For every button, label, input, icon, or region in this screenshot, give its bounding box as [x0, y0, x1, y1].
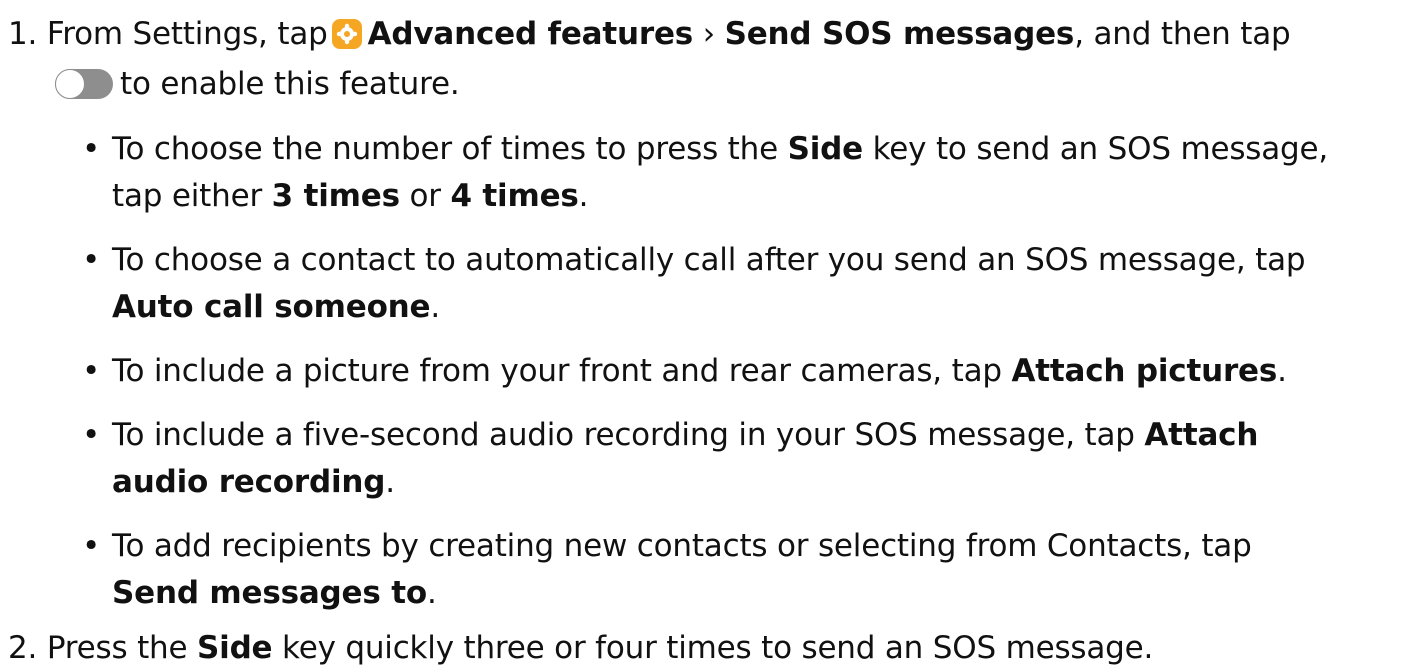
- bullet1-text: key to send an SOS message,: [872, 131, 1329, 167]
- bullet4-line1: To include a five-second audio recording…: [112, 415, 1258, 455]
- step1-line2-text: to enable this feature.: [120, 66, 460, 102]
- bullet-dot: •: [82, 528, 101, 564]
- bullet2-text: .: [430, 289, 441, 325]
- bullet5-text: To add recipients by creating new contac…: [112, 528, 1252, 564]
- bullet1-text: or: [409, 178, 442, 214]
- four-times-option[interactable]: 4 times: [450, 178, 578, 214]
- bullet1-text: .: [578, 178, 589, 214]
- side-key-label: Side: [787, 131, 864, 167]
- step1-line2: to enable this feature.: [120, 64, 460, 104]
- bullet2-line2: Auto call someone.: [112, 287, 440, 327]
- three-times-option[interactable]: 3 times: [272, 178, 400, 214]
- step2-number: 2.: [8, 630, 38, 666]
- bullet2-line1: To choose a contact to automatically cal…: [112, 240, 1306, 280]
- attach-pictures-option[interactable]: Attach pictures: [1012, 353, 1278, 389]
- step1-number: 1.: [8, 16, 38, 52]
- bullet4-line2: audio recording.: [112, 462, 395, 502]
- toggle-switch-off-icon: [55, 69, 113, 99]
- bullet1-text: tap either: [112, 178, 262, 214]
- step1-text-end: , and then tap: [1074, 16, 1291, 52]
- step2-text: key quickly three or four times to send …: [282, 630, 1154, 666]
- step2-line: 2. Press the Side key quickly three or f…: [8, 628, 1153, 668]
- send-messages-to-option[interactable]: Send messages to: [112, 575, 427, 611]
- bullet1-text: To choose the number of times to press t…: [112, 131, 778, 167]
- step1-line1: 1. From Settings, tap Advanced features ›…: [8, 14, 1291, 54]
- chevron-separator: ›: [702, 16, 715, 52]
- bullet5-text: .: [426, 575, 437, 611]
- bullet-dot: •: [82, 353, 101, 389]
- auto-call-someone-option[interactable]: Auto call someone: [112, 289, 431, 325]
- bullet2-text: To choose a contact to automatically cal…: [112, 242, 1306, 278]
- attach-audio-recording-option[interactable]: audio recording: [112, 464, 385, 500]
- bullet5-line2: Send messages to.: [112, 573, 437, 613]
- bullet1-line1: To choose the number of times to press t…: [112, 129, 1328, 169]
- bullet-dot: •: [82, 242, 101, 278]
- advanced-features-link[interactable]: Advanced features: [368, 16, 694, 52]
- attach-audio-recording-option[interactable]: Attach: [1144, 417, 1258, 453]
- bullet1-line2: tap either 3 times or 4 times.: [112, 176, 589, 216]
- bullet3-line1: To include a picture from your front and…: [112, 351, 1287, 391]
- bullet5-line1: To add recipients by creating new contac…: [112, 526, 1252, 566]
- send-sos-messages-link[interactable]: Send SOS messages: [725, 16, 1075, 52]
- bullet4-text: .: [385, 464, 395, 500]
- side-key-label: Side: [197, 630, 273, 666]
- step1-text: From Settings, tap: [46, 16, 328, 52]
- step2-text: Press the: [46, 630, 188, 666]
- bullet-dot: •: [82, 131, 101, 167]
- bullet-dot: •: [82, 417, 101, 453]
- bullet3-text: To include a picture from your front and…: [112, 353, 1002, 389]
- bullet4-text: To include a five-second audio recording…: [112, 417, 1135, 453]
- bullet3-text: .: [1277, 353, 1287, 389]
- settings-gear-icon: [331, 19, 362, 49]
